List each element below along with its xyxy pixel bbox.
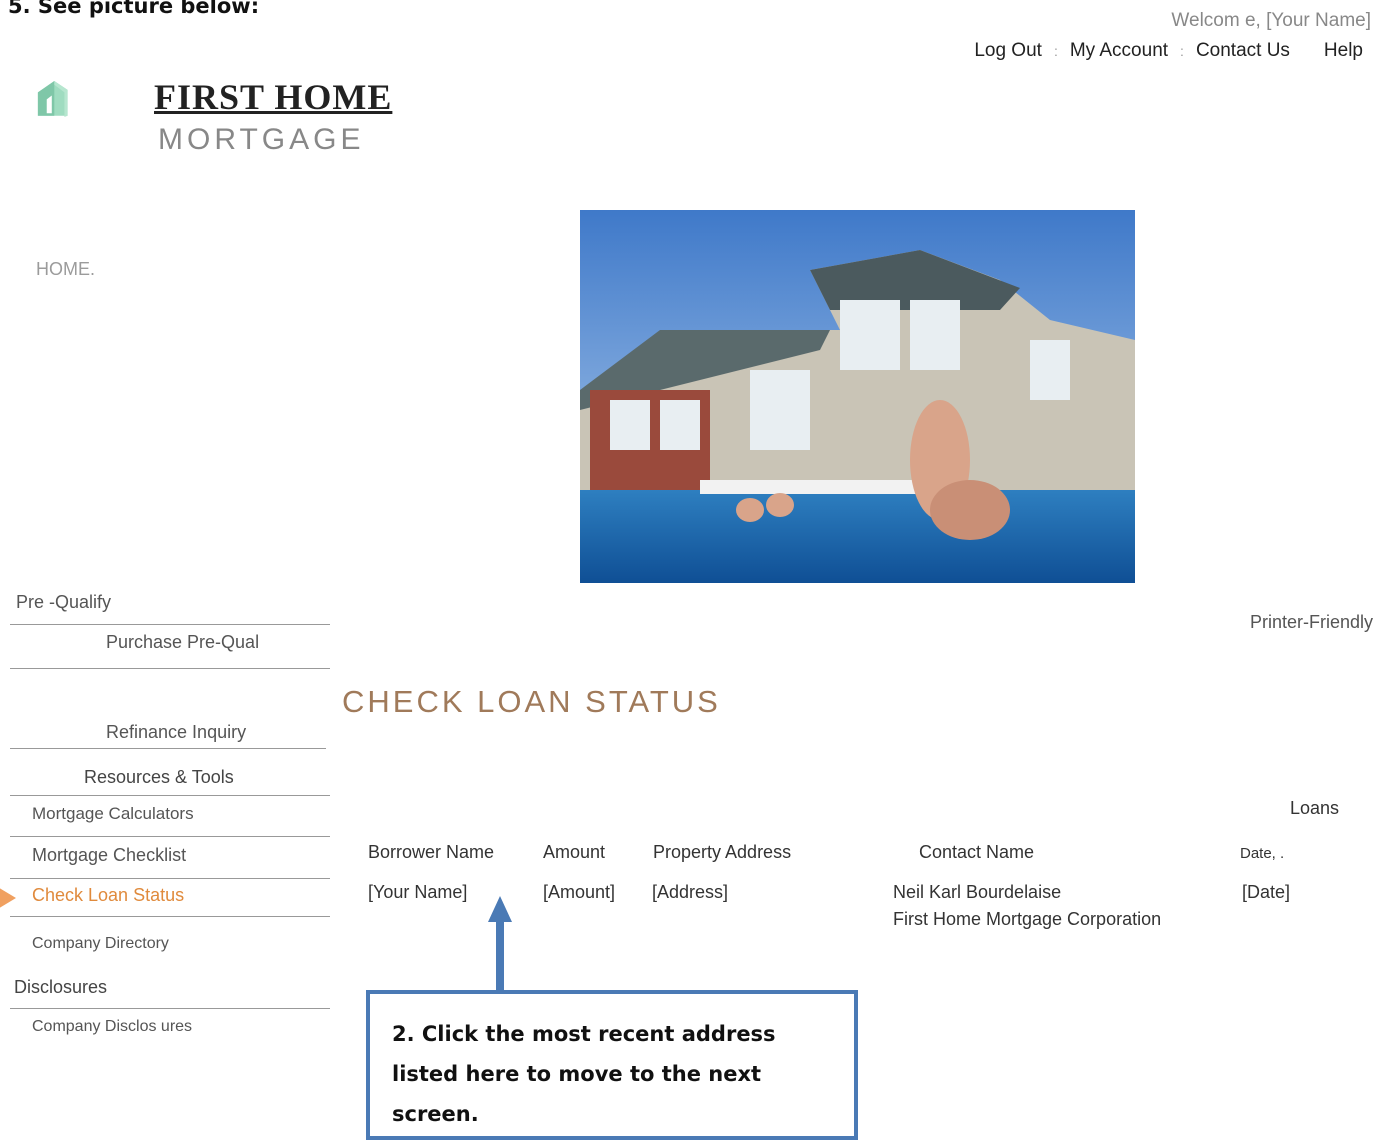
divider xyxy=(10,836,330,837)
row-date: [Date] xyxy=(1242,882,1291,902)
col-contact-name: Contact Name xyxy=(919,842,1035,862)
row-borrower[interactable]: [Your Name] xyxy=(368,882,467,903)
nav-separator: : xyxy=(1180,43,1184,59)
my-account-link[interactable]: My Account xyxy=(1070,40,1168,62)
row-contact-name: Neil Karl Bourdelaise xyxy=(893,882,1062,902)
sidebar-company-directory[interactable]: Company Directory xyxy=(32,935,169,953)
callout-text: 2. Click the most recent address listed … xyxy=(392,1022,776,1126)
callout-arrow-icon xyxy=(488,896,512,922)
col-property-address: Property Address xyxy=(653,842,792,862)
sidebar-check-loan-status[interactable]: Check Loan Status xyxy=(32,885,184,906)
sidebar-mortgage-checklist[interactable]: Mortgage Checklist xyxy=(32,845,186,866)
col-date: Date, . xyxy=(1240,845,1285,862)
row-contact-company: First Home Mortgage Corporation xyxy=(893,909,1162,929)
logo-house-icon[interactable] xyxy=(36,40,156,158)
top-nav: Log Out : My Account : Contact Us Help xyxy=(974,40,1363,62)
row-amount: [Amount] xyxy=(543,882,616,902)
sidebar-refinance-inquiry[interactable]: Refinance Inquiry xyxy=(106,722,246,743)
page-title: CHECK LOAN STATUS xyxy=(342,684,721,719)
divider xyxy=(10,878,330,879)
printer-friendly-link[interactable]: Printer-Friendly xyxy=(1250,612,1373,633)
divider xyxy=(10,624,330,625)
col-borrower-name: Borrower Name xyxy=(368,842,495,862)
divider xyxy=(10,668,330,669)
col-amount: Amount xyxy=(543,842,606,862)
sidebar-purchase-prequal[interactable]: Purchase Pre-Qual xyxy=(106,632,259,653)
divider xyxy=(10,916,330,917)
step-heading: 5. See picture below: xyxy=(8,0,260,18)
sidebar-resources-tools[interactable]: Resources & Tools xyxy=(84,767,234,788)
nav-separator: : xyxy=(1053,43,1058,59)
callout-arrow-shaft xyxy=(496,920,504,992)
hero-photo xyxy=(580,210,1135,583)
divider xyxy=(10,795,330,796)
logo-title: FIRST HOME xyxy=(154,77,393,117)
help-link[interactable]: Help xyxy=(1324,40,1363,62)
instruction-callout: 2. Click the most recent address listed … xyxy=(366,990,858,1140)
loans-label: Loans xyxy=(1289,798,1339,818)
sidebar-mortgage-calculators[interactable]: Mortgage Calculators xyxy=(32,804,194,824)
sidebar-disclosures[interactable]: Disclosures xyxy=(14,977,107,998)
current-page-arrow-icon xyxy=(0,886,16,910)
divider xyxy=(10,748,326,749)
row-address-link[interactable]: [Address] xyxy=(652,882,728,903)
logo-subtitle: MORTGAGE xyxy=(158,123,365,156)
sidebar-prequalify[interactable]: Pre -Qualify xyxy=(16,592,111,613)
welcome-text: Welcom e, [Your Name] xyxy=(1171,10,1371,31)
divider xyxy=(10,1008,330,1009)
home-link[interactable]: HOME. xyxy=(36,259,95,280)
sidebar-company-disclosures[interactable]: Company Disclos ures xyxy=(32,1018,192,1036)
logout-link[interactable]: Log Out xyxy=(974,40,1042,62)
contact-us-link[interactable]: Contact Us xyxy=(1196,40,1290,62)
